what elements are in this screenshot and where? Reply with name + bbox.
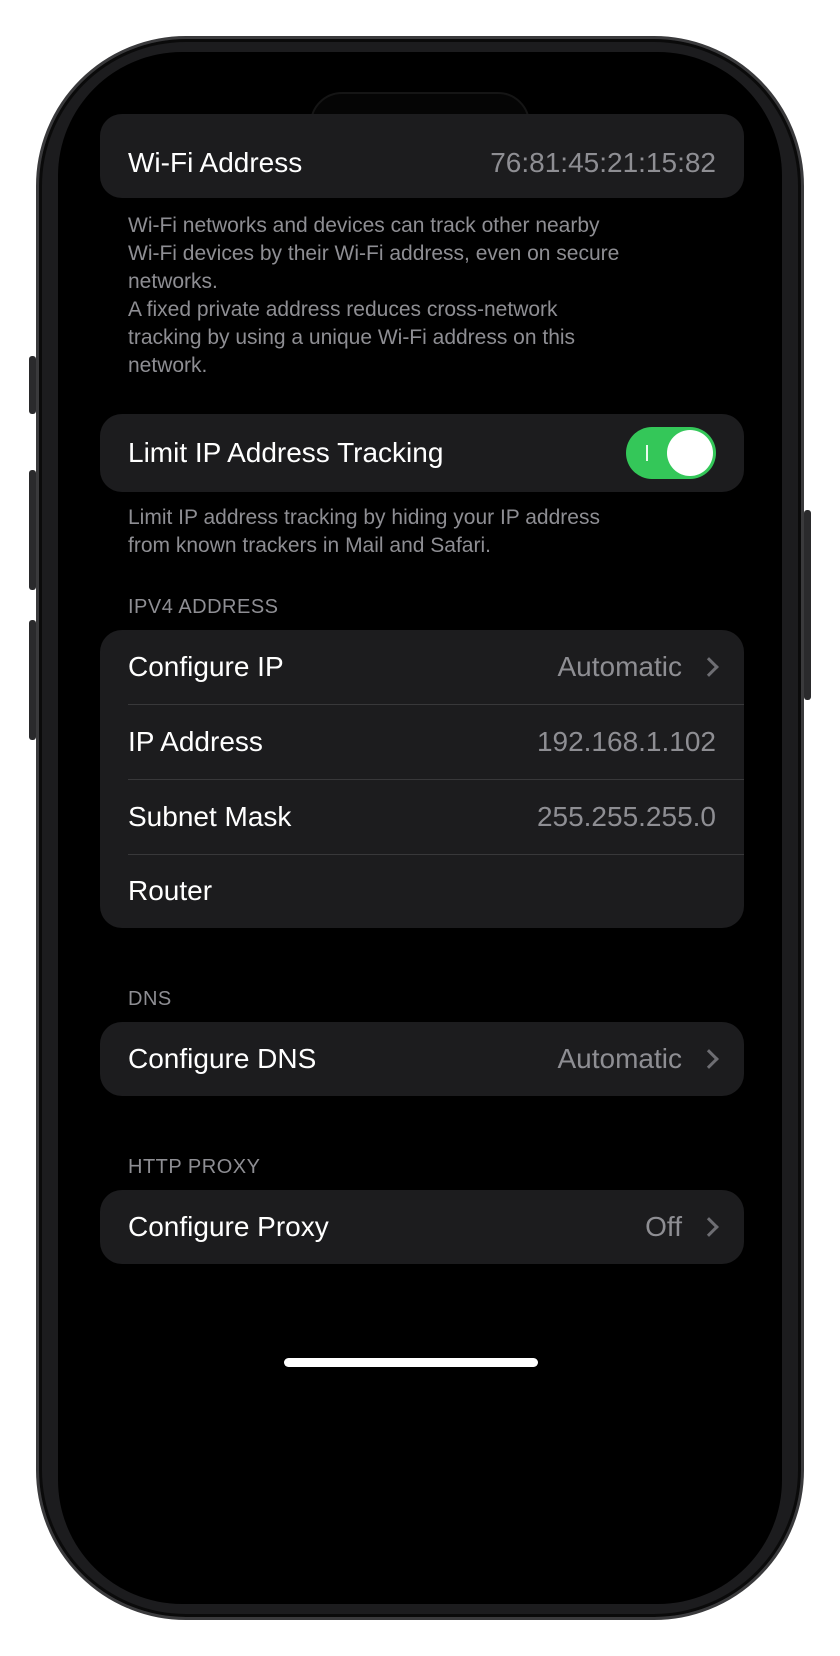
wifi-address-footnote: Wi-Fi networks and devices can track oth…	[128, 212, 718, 380]
configure-dns-row[interactable]: Configure DNS Automatic	[100, 1022, 744, 1096]
footnote-line: Limit IP address tracking by hiding your…	[128, 506, 600, 529]
volume-down-button	[29, 620, 36, 740]
settings-screen: Wi-Fi Address 76:81:45:21:15:82 Wi-Fi ne…	[58, 52, 782, 1604]
router-label: Router	[128, 875, 213, 906]
configure-ip-row[interactable]: Configure IP Automatic	[100, 630, 744, 704]
footnote-line: network.	[128, 354, 208, 377]
subnet-mask-label: Subnet Mask	[128, 800, 292, 832]
dns-section-header: DNS	[128, 988, 172, 1010]
home-indicator[interactable]	[284, 1358, 538, 1367]
footnote-line: from known trackers in Mail and Safari.	[128, 534, 491, 557]
configure-proxy-value: Off	[645, 1211, 682, 1242]
subnet-mask-row: Subnet Mask 255.255.255.0	[100, 779, 744, 854]
limit-ip-footnote: Limit IP address tracking by hiding your…	[128, 504, 718, 560]
wifi-address-label: Wi-Fi Address	[128, 147, 303, 178]
chevron-right-icon	[699, 1049, 719, 1069]
configure-proxy-label: Configure Proxy	[128, 1211, 329, 1242]
footnote-line: Wi-Fi devices by their Wi-Fi address, ev…	[128, 242, 620, 265]
configure-ip-value: Automatic	[557, 651, 683, 682]
wifi-address-row: Wi-Fi Address 76:81:45:21:15:82	[100, 114, 744, 198]
wifi-address-group: Wi-Fi Address 76:81:45:21:15:82	[100, 114, 744, 198]
wifi-address-value: 76:81:45:21:15:82	[490, 147, 716, 178]
footnote-line: Wi-Fi networks and devices can track oth…	[128, 214, 600, 237]
proxy-group: Configure Proxy Off	[100, 1190, 744, 1264]
configure-dns-label: Configure DNS	[128, 1043, 317, 1074]
configure-proxy-row[interactable]: Configure Proxy Off	[100, 1190, 744, 1264]
ipv4-section-header: IPV4 ADDRESS	[128, 596, 279, 618]
footnote-line: tracking by using a unique Wi-Fi address…	[128, 326, 576, 349]
chevron-right-icon	[699, 1217, 719, 1237]
footnote-line: A fixed private address reduces cross-ne…	[128, 298, 558, 321]
footnote-line: networks.	[128, 270, 218, 293]
configure-ip-label: Configure IP	[128, 651, 284, 682]
ipv4-group: Configure IP Automatic IP Address 192.16…	[100, 630, 744, 928]
toggle-knob	[667, 430, 713, 476]
chevron-right-icon	[699, 657, 719, 677]
dns-group: Configure DNS Automatic	[100, 1022, 744, 1096]
configure-dns-value: Automatic	[557, 1043, 683, 1074]
action-button	[29, 356, 36, 414]
limit-ip-toggle[interactable]	[626, 427, 716, 479]
power-button	[804, 510, 811, 700]
ip-address-value: 192.168.1.102	[536, 725, 716, 757]
limit-ip-row: Limit IP Address Tracking	[100, 414, 744, 492]
router-row: Router	[100, 854, 744, 928]
limit-ip-label: Limit IP Address Tracking	[128, 437, 444, 468]
ip-address-row: IP Address 192.168.1.102	[100, 704, 744, 779]
volume-up-button	[29, 470, 36, 590]
subnet-mask-value: 255.255.255.0	[536, 800, 716, 832]
limit-ip-group: Limit IP Address Tracking	[100, 414, 744, 492]
toggle-on-indicator	[646, 445, 648, 461]
ip-address-label: IP Address	[128, 725, 263, 757]
proxy-section-header: HTTP PROXY	[128, 1156, 261, 1178]
